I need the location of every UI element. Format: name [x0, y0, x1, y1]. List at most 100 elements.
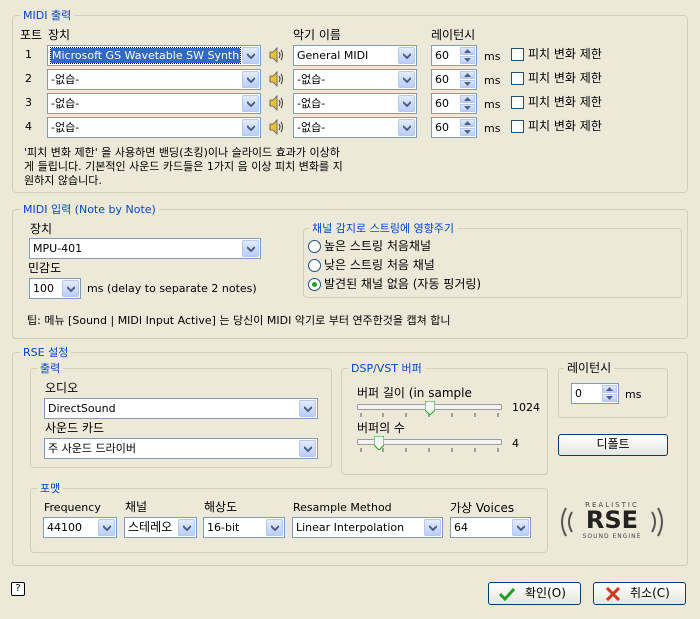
buffer-count-thumb[interactable]: [374, 436, 384, 450]
port-latency-spinner[interactable]: 60: [431, 45, 477, 66]
buffer-length-thumb[interactable]: [425, 401, 435, 415]
port-latency-spinner[interactable]: 60: [431, 93, 477, 114]
help-icon-glyph: ?: [15, 583, 21, 594]
chevron-down-icon[interactable]: [178, 519, 195, 536]
rse-logo: REALISTIC RSE SOUND ENGINE: [556, 498, 668, 546]
channel-label: 채널: [125, 500, 148, 514]
chevron-down-icon[interactable]: [62, 280, 79, 297]
port-latency-value: 60: [435, 121, 449, 134]
chevron-down-icon[interactable]: [242, 95, 259, 112]
chevron-down-icon[interactable]: [398, 47, 415, 64]
radio-high-string-label[interactable]: 높은 스트링 처음채널: [324, 239, 431, 253]
port-instrument-select[interactable]: -없습-: [293, 93, 417, 114]
voices-value: 64: [454, 521, 468, 534]
spin-down-icon[interactable]: [460, 128, 475, 136]
radio-low-string-label[interactable]: 낮은 스트링 처음 채널: [324, 258, 435, 272]
port-latency-spinner[interactable]: 60: [431, 69, 477, 90]
midi-input-device-label: 장치: [30, 222, 53, 236]
pitch-limit-checkbox[interactable]: [511, 96, 524, 109]
channel-select[interactable]: 스테레오: [124, 517, 197, 538]
col-port-label: 포트: [20, 28, 43, 42]
speaker-icon[interactable]: [268, 95, 286, 111]
port-instrument-select[interactable]: -없습-: [293, 117, 417, 138]
frequency-select[interactable]: 44100: [43, 517, 117, 538]
spin-up-icon[interactable]: [460, 47, 475, 55]
port-instrument-select[interactable]: -없습-: [293, 69, 417, 90]
radio-no-channel-label[interactable]: 발견된 채널 없음 (자동 핑거링): [324, 277, 481, 291]
audio-select[interactable]: DirectSound: [44, 398, 318, 419]
port-device-select[interactable]: -없습-: [47, 117, 261, 138]
pitch-limit-checkbox[interactable]: [511, 72, 524, 85]
speaker-icon[interactable]: [268, 119, 286, 135]
rse-legend: RSE 설정: [20, 346, 72, 359]
port-device-select[interactable]: Microsoft GS Wavetable SW Synth: [47, 45, 261, 66]
buffer-count-value: 4: [512, 437, 519, 450]
cancel-button-label: 취소(C): [630, 586, 670, 600]
soundcard-value: 주 사운드 드라이버: [48, 442, 136, 455]
speaker-icon[interactable]: [268, 47, 286, 63]
rse-logo-main: RSE: [585, 506, 639, 534]
port-number: 4: [25, 120, 32, 133]
chevron-down-icon[interactable]: [398, 119, 415, 136]
port-instrument-value: -없습-: [297, 73, 326, 86]
chevron-down-icon[interactable]: [512, 519, 529, 536]
port-instrument-select[interactable]: General MIDI: [293, 45, 417, 66]
col-device-label: 장치: [48, 28, 71, 42]
pitch-limit-label[interactable]: 피치 변화 제한: [528, 47, 602, 61]
spin-up-icon[interactable]: [602, 385, 617, 393]
pitch-limit-checkbox[interactable]: [511, 120, 524, 133]
radio-low-string-first[interactable]: [308, 259, 321, 272]
soundcard-select[interactable]: 주 사운드 드라이버: [44, 438, 318, 459]
chevron-down-icon[interactable]: [242, 71, 259, 88]
ok-button[interactable]: 확인(O): [488, 582, 581, 605]
resolution-select[interactable]: 16-bit: [203, 517, 285, 538]
port-latency-value: 60: [435, 73, 449, 86]
pitch-limit-note-line3: 원하지 않습니다.: [24, 174, 102, 187]
chevron-down-icon[interactable]: [398, 95, 415, 112]
audio-label: 오디오: [45, 381, 79, 395]
port-device-value: -없습-: [51, 73, 80, 86]
checkmark-icon: [499, 587, 515, 601]
port-number: 3: [25, 96, 32, 109]
port-latency-spinner[interactable]: 60: [431, 117, 477, 138]
chevron-down-icon[interactable]: [398, 71, 415, 88]
chevron-down-icon[interactable]: [98, 519, 115, 536]
resample-select[interactable]: Linear Interpolation: [292, 517, 443, 538]
port-latency-value: 60: [435, 49, 449, 62]
port-device-select[interactable]: -없습-: [47, 93, 261, 114]
chevron-down-icon[interactable]: [299, 400, 316, 417]
midi-input-device-select[interactable]: MPU-401: [29, 238, 261, 259]
chevron-down-icon[interactable]: [266, 519, 283, 536]
pitch-limit-label[interactable]: 피치 변화 제한: [528, 95, 602, 109]
rse-latency-spinner[interactable]: 0: [571, 383, 619, 404]
sensitivity-label: 민감도: [28, 261, 62, 275]
spin-down-icon[interactable]: [460, 80, 475, 88]
pitch-limit-note-line1: '피치 변화 제한' 을 사용하면 밴딩(초킹)이나 슬라이드 효과가 이상하: [24, 146, 340, 159]
chevron-down-icon[interactable]: [242, 47, 259, 64]
chevron-down-icon[interactable]: [242, 119, 259, 136]
cancel-button[interactable]: 취소(C): [593, 582, 686, 605]
radio-high-string-first[interactable]: [308, 240, 321, 253]
sensitivity-select[interactable]: 100: [29, 278, 81, 299]
voices-select[interactable]: 64: [450, 517, 531, 538]
default-button[interactable]: 디폴트: [558, 434, 668, 456]
spin-up-icon[interactable]: [460, 71, 475, 79]
buffer-count-label: 버퍼의 수: [357, 421, 405, 435]
spin-down-icon[interactable]: [602, 394, 617, 402]
spin-down-icon[interactable]: [460, 104, 475, 112]
spin-up-icon[interactable]: [460, 119, 475, 127]
speaker-icon[interactable]: [268, 71, 286, 87]
pitch-limit-label[interactable]: 피치 변화 제한: [528, 71, 602, 85]
chevron-down-icon[interactable]: [242, 240, 259, 257]
chevron-down-icon[interactable]: [424, 519, 441, 536]
radio-no-channel-auto[interactable]: [308, 278, 321, 291]
chevron-down-icon[interactable]: [299, 440, 316, 457]
pitch-limit-checkbox[interactable]: [511, 48, 524, 61]
pitch-limit-label[interactable]: 피치 변화 제한: [528, 119, 602, 133]
help-icon[interactable]: ?: [11, 582, 25, 596]
midi-input-device-value: MPU-401: [33, 242, 83, 255]
resolution-value: 16-bit: [207, 521, 240, 534]
spin-up-icon[interactable]: [460, 95, 475, 103]
spin-down-icon[interactable]: [460, 56, 475, 64]
port-device-select[interactable]: -없습-: [47, 69, 261, 90]
